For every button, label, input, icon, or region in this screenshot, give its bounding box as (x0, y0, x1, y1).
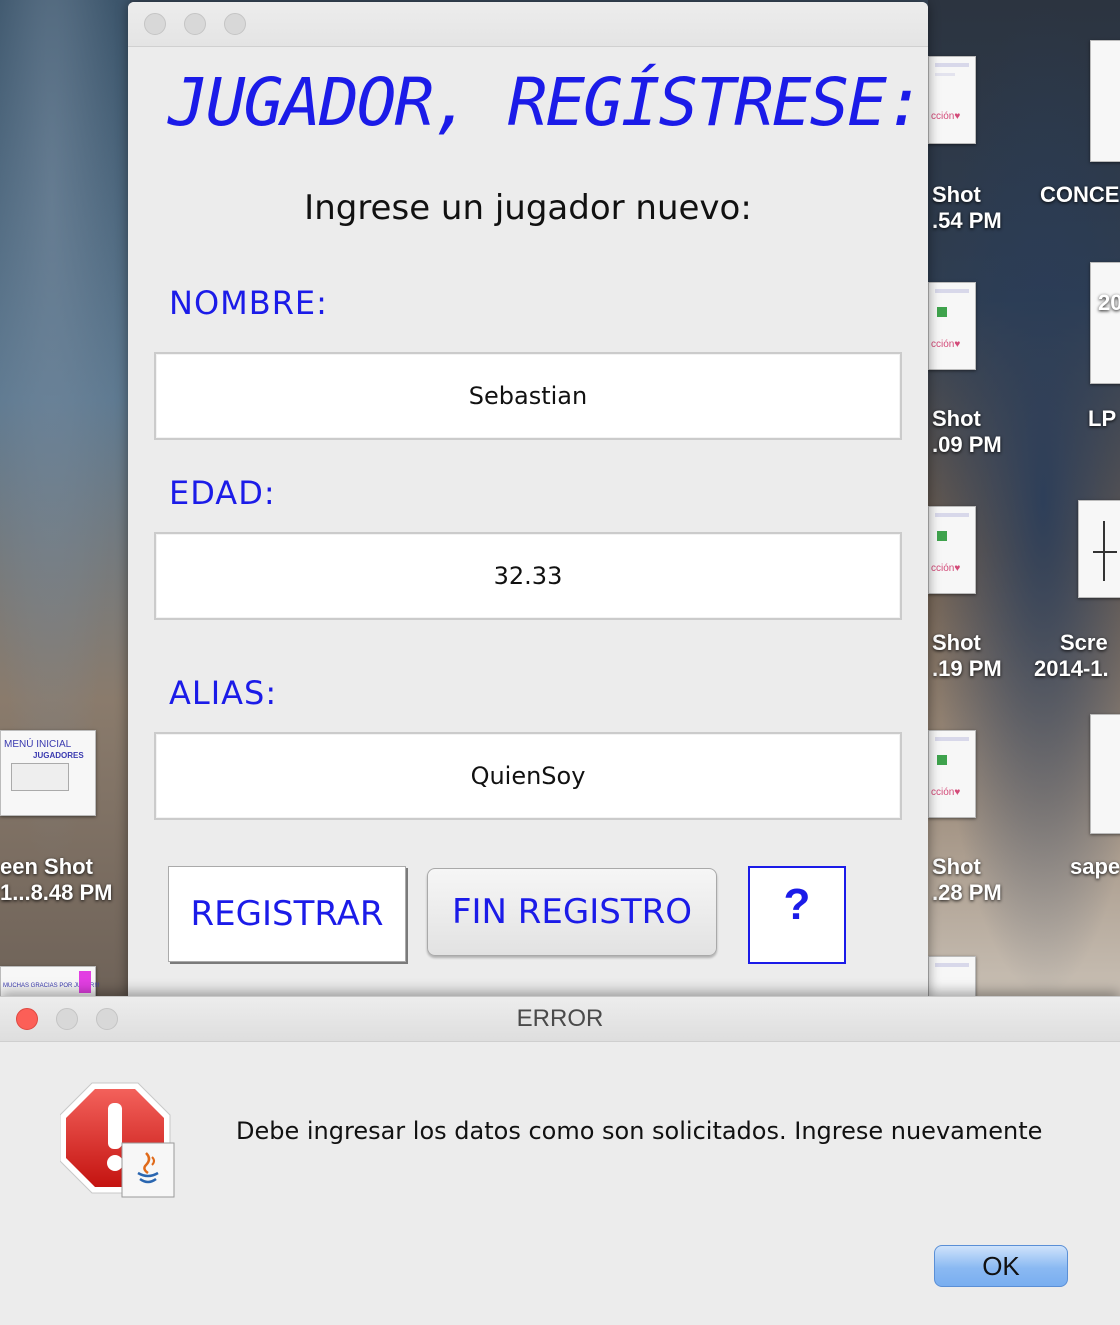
dialog-title: ERROR (516, 1005, 604, 1032)
thumbnail-text: JUGADORES (33, 751, 84, 760)
wallpaper-left (0, 0, 130, 1000)
desktop-thumbnail[interactable]: cción♥ (928, 282, 976, 370)
thumbnail-text: MENÚ INICIAL (4, 739, 72, 750)
page-subtitle: Ingrese un jugador nuevo: (304, 188, 752, 228)
registration-window: JUGADOR, REGÍSTRESE: Ingrese un jugador … (128, 2, 928, 1000)
zoom-window-button[interactable] (224, 13, 246, 35)
ok-button[interactable]: OK (934, 1245, 1068, 1287)
desktop-thumbnail[interactable] (1078, 500, 1120, 598)
thumbnail-text: cción♥ (931, 787, 961, 798)
desktop-icon-label[interactable]: Scre 2014-1. (1034, 630, 1109, 682)
register-button[interactable]: REGISTRAR (168, 866, 406, 962)
desktop-thumbnail[interactable] (928, 956, 976, 998)
window-titlebar[interactable] (128, 2, 928, 47)
finish-register-button[interactable]: FIN REGISTRO (427, 868, 717, 956)
desktop-thumbnail[interactable]: MUCHAS GRACIAS POR JUGAR!!! (0, 966, 99, 998)
dialog-titlebar[interactable]: ERROR (0, 997, 1120, 1042)
desktop-thumbnail[interactable] (1090, 262, 1120, 384)
desktop-thumbnail[interactable]: cción♥ (928, 56, 976, 144)
thumbnail-text: cción♥ (931, 339, 961, 350)
desktop-icon-label[interactable]: 20 (1098, 290, 1120, 316)
thumbnail-text: cción♥ (931, 111, 961, 122)
help-button[interactable]: ? (748, 866, 846, 964)
desktop-icon-label[interactable]: CONCE (1040, 182, 1119, 208)
error-dialog: ERROR Debe ingresar los datos como son s… (0, 996, 1120, 1325)
desktop-thumbnail[interactable] (1090, 40, 1120, 162)
desktop-thumbnail[interactable] (1090, 714, 1120, 834)
desktop-thumbnail[interactable]: cción♥ (928, 730, 976, 818)
error-message: Debe ingresar los datos como son solicit… (236, 1117, 1043, 1145)
thumbnail-text: cción♥ (931, 563, 961, 574)
desktop-icon-label[interactable]: Shot .28 PM (932, 854, 1002, 906)
nombre-field[interactable]: Sebastian (154, 352, 902, 440)
desktop-thumbnail[interactable]: cción♥ (928, 506, 976, 594)
alias-field[interactable]: QuienSoy (154, 732, 902, 820)
minimize-window-button[interactable] (184, 13, 206, 35)
error-stop-icon (59, 1081, 180, 1201)
desktop-icon-label[interactable]: Shot .19 PM (932, 630, 1002, 682)
desktop-thumbnail[interactable]: MENÚ INICIAL JUGADORES (0, 730, 96, 816)
desktop-icon-label[interactable]: een Shot 1...8.48 PM (0, 854, 113, 906)
desktop-icon-label[interactable]: Shot .54 PM (932, 182, 1002, 234)
close-window-button[interactable] (144, 13, 166, 35)
edad-field[interactable]: 32.33 (154, 532, 902, 620)
desktop-icon-label[interactable]: LP (1088, 406, 1116, 432)
nombre-label: NOMBRE: (169, 284, 328, 322)
page-title: JUGADOR, REGÍSTRESE: (168, 64, 925, 141)
edad-label: EDAD: (169, 474, 276, 512)
alias-label: ALIAS: (169, 674, 278, 712)
desktop-icon-label[interactable]: sape (1070, 854, 1120, 880)
desktop-icon-label[interactable]: Shot .09 PM (932, 406, 1002, 458)
